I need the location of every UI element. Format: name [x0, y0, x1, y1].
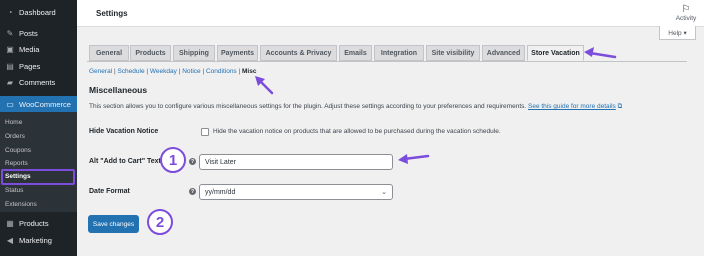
arrow-to-store-vacation	[588, 51, 617, 59]
arrow-to-input	[402, 154, 430, 161]
arrowhead	[398, 154, 408, 164]
arrowhead	[584, 47, 594, 57]
annotation-arrows	[255, 47, 617, 164]
